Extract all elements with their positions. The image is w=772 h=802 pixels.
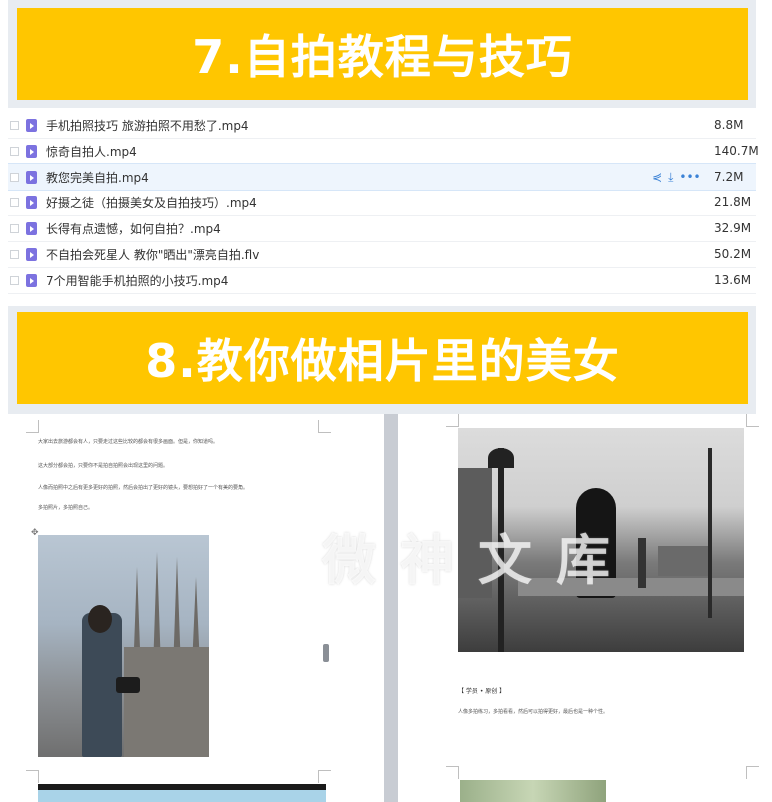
video-file-icon bbox=[26, 273, 37, 287]
photo-woman-with-camera bbox=[38, 535, 209, 757]
section-7-banner: 7.自拍教程与技巧 bbox=[17, 8, 748, 100]
file-name[interactable]: 不自拍会死星人 教你"晒出"漂亮自拍.flv bbox=[46, 246, 259, 263]
more-icon[interactable]: ••• bbox=[679, 170, 700, 185]
row-checkbox[interactable] bbox=[10, 223, 19, 233]
video-file-icon bbox=[26, 170, 37, 184]
file-name[interactable]: 好摄之徒（拍摄美女及自拍技巧）.mp4 bbox=[46, 194, 257, 211]
file-row[interactable]: 惊奇自拍人.mp4 140.7M bbox=[8, 138, 759, 165]
row-checkbox[interactable] bbox=[10, 172, 19, 182]
video-file-icon bbox=[26, 144, 37, 158]
share-icon[interactable]: ⋞ bbox=[652, 170, 662, 185]
page-corner-mark bbox=[318, 770, 331, 783]
file-row[interactable]: 7个用智能手机拍照的小技巧.mp4 13.6M bbox=[8, 267, 756, 294]
file-row[interactable]: 手机拍照技巧 旅游拍照不用愁了.mp4 8.8M bbox=[8, 112, 756, 139]
file-size: 50.2M bbox=[714, 247, 752, 261]
page-corner-mark bbox=[318, 420, 331, 433]
row-checkbox[interactable] bbox=[10, 120, 19, 130]
doc-caption-text: 人像多拍练习，多拍看看，然后可以拍得更好，最后也是一种个性。 bbox=[458, 709, 609, 715]
file-row[interactable]: 不自拍会死星人 教你"晒出"漂亮自拍.flv 50.2M bbox=[8, 241, 756, 268]
file-name[interactable]: 手机拍照技巧 旅游拍照不用愁了.mp4 bbox=[46, 117, 249, 134]
page-divider bbox=[384, 414, 398, 802]
file-name[interactable]: 惊奇自拍人.mp4 bbox=[46, 143, 137, 160]
doc-text-line: 多拍照片，多拍照自己。 bbox=[38, 505, 94, 511]
video-file-icon bbox=[26, 118, 37, 132]
row-actions: ⋞ ⤓ ••• bbox=[652, 170, 701, 185]
file-name[interactable]: 教您完美自拍.mp4 bbox=[46, 169, 149, 186]
row-checkbox[interactable] bbox=[10, 275, 19, 285]
download-icon[interactable]: ⤓ bbox=[668, 170, 673, 185]
video-file-icon bbox=[26, 195, 37, 209]
video-file-icon bbox=[26, 221, 37, 235]
file-row[interactable]: 长得有点遗憾，如何自拍？.mp4 32.9M bbox=[8, 215, 756, 242]
file-size: 13.6M bbox=[714, 273, 752, 287]
file-size: 8.8M bbox=[714, 118, 744, 132]
row-checkbox[interactable] bbox=[10, 146, 19, 156]
page-corner-mark bbox=[446, 414, 459, 427]
file-row[interactable]: 好摄之徒（拍摄美女及自拍技巧）.mp4 21.8M bbox=[8, 189, 756, 216]
doc-text-line: 这大部分都会拍，只要你不是拍自拍照会出现这里的问题。 bbox=[38, 463, 169, 469]
file-size: 32.9M bbox=[714, 221, 752, 235]
page-corner-mark bbox=[746, 766, 759, 779]
photo-partial-bottom-left bbox=[38, 784, 326, 802]
file-name[interactable]: 长得有点遗憾，如何自拍？.mp4 bbox=[46, 220, 221, 237]
file-size: 7.2M bbox=[714, 170, 744, 184]
file-name[interactable]: 7个用智能手机拍照的小技巧.mp4 bbox=[46, 272, 228, 289]
page-corner-mark bbox=[26, 770, 39, 783]
file-list: 手机拍照技巧 旅游拍照不用愁了.mp4 8.8M 惊奇自拍人.mp4 140.7… bbox=[8, 110, 759, 306]
page-corner-mark bbox=[446, 766, 459, 779]
row-checkbox[interactable] bbox=[10, 197, 19, 207]
scroll-handle[interactable] bbox=[323, 644, 329, 662]
doc-text-line: 大家出去旅游都会有人，只要走过这些比较的都会有很多画面。但是，你知道吗。 bbox=[38, 439, 219, 445]
page-corner-mark bbox=[746, 414, 759, 427]
page-corner-mark bbox=[26, 420, 39, 433]
video-file-icon bbox=[26, 247, 37, 261]
photo-partial-bottom-right bbox=[460, 780, 606, 802]
file-row-highlighted[interactable]: 教您完美自拍.mp4 ⋞ ⤓ ••• 7.2M bbox=[8, 163, 756, 191]
file-size: 140.7M bbox=[714, 144, 759, 158]
file-size: 21.8M bbox=[714, 195, 752, 209]
row-checkbox[interactable] bbox=[10, 249, 19, 259]
watermark-text: 微神文库 bbox=[322, 529, 634, 592]
doc-text-line: 人像而拍照中之后有更多更好的拍照，然后会拍出了更好的镜头，要想拍好了一个有美的要… bbox=[38, 485, 249, 491]
doc-caption-heading: 【 学员 • 原创 】 bbox=[458, 688, 506, 695]
section-8-banner: 8.教你做相片里的美女 bbox=[17, 312, 748, 404]
